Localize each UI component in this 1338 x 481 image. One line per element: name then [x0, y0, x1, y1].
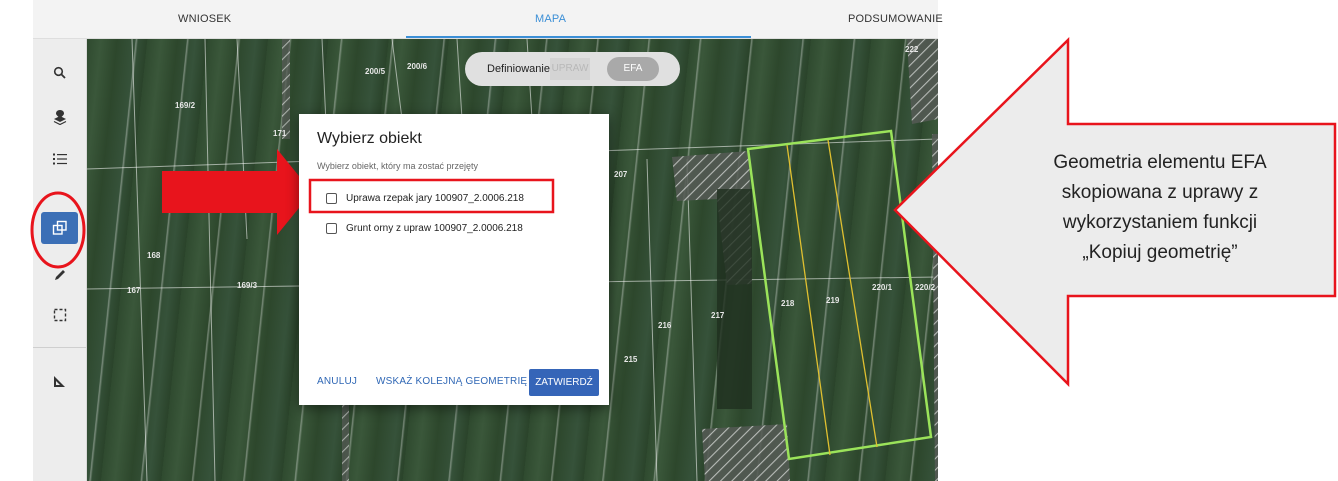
checkbox[interactable] — [326, 222, 337, 234]
parcel-label: 217 — [711, 311, 725, 320]
parcel-label: 200/6 — [407, 62, 428, 71]
active-tab-indicator — [406, 36, 751, 38]
parcel-label: 168 — [147, 251, 161, 260]
select-object-dialog: Wybierz obiekt Wybierz obiekt, który ma … — [299, 114, 609, 405]
select-rectangle-icon — [53, 308, 66, 322]
measure-button[interactable] — [41, 365, 78, 397]
callout-line: skopiowana z uprawy z — [1061, 182, 1259, 203]
search-button[interactable] — [41, 57, 78, 89]
layers-pin-icon — [53, 110, 66, 125]
next-geometry-button[interactable]: WSKAŻ KOLEJNĄ GEOMETRIĘ — [376, 376, 527, 387]
search-icon — [53, 66, 66, 79]
select-area-button[interactable] — [41, 299, 78, 331]
layers-button[interactable] — [41, 101, 78, 133]
parcel-label: 207 — [614, 170, 628, 179]
callout-line: „Kopiuj geometrię” — [1082, 242, 1238, 263]
checkbox[interactable] — [326, 192, 337, 204]
callout-line: Geometria elementu EFA — [1053, 152, 1267, 173]
parcel-label: 169/3 — [237, 281, 258, 290]
parcel-label: 222 — [905, 45, 919, 54]
parcel-label: 215 — [624, 355, 638, 364]
map-toolbar — [33, 39, 87, 481]
dialog-title: Wybierz obiekt — [317, 130, 422, 147]
draw-button[interactable] — [41, 259, 78, 291]
parcel-label: 169/2 — [175, 101, 196, 110]
mode-toggle: Definiowanie UPRAW EFA — [465, 52, 680, 86]
parcel-label: 200/5 — [365, 67, 386, 76]
copy-geometry-button[interactable] — [41, 212, 78, 244]
parcel-label: 220/2 — [915, 283, 936, 292]
list-icon — [52, 153, 67, 165]
option-grunt-orny[interactable]: Grunt orny z upraw 100907_2.0006.218 — [326, 220, 523, 236]
option-label: Grunt orny z upraw 100907_2.0006.218 — [346, 222, 523, 234]
cancel-button[interactable]: ANULUJ — [317, 376, 357, 387]
callout-text: Geometria elementu EFA skopiowana z upra… — [995, 148, 1325, 268]
toolbar-divider — [33, 347, 86, 348]
mode-upraw-option[interactable]: UPRAW — [550, 58, 590, 80]
callout-line: wykorzystaniem funkcji — [1062, 212, 1258, 233]
tab-podsumowanie[interactable]: PODSUMOWANIE — [848, 0, 943, 38]
option-label: Uprawa rzepak jary 100907_2.0006.218 — [346, 192, 524, 204]
parcel-label: 216 — [658, 321, 672, 330]
top-tab-bar: WNIOSEK MAPA PODSUMOWANIE — [33, 0, 943, 39]
option-uprawa-rzepak[interactable]: Uprawa rzepak jary 100907_2.0006.218 — [326, 190, 524, 206]
parcel-label: 171 — [273, 129, 287, 138]
list-button[interactable] — [41, 143, 78, 175]
confirm-button[interactable]: ZATWIERDŹ — [529, 369, 599, 396]
mode-toggle-label: Definiowanie — [487, 63, 550, 75]
copy-geometry-icon — [52, 220, 67, 235]
parcel-label: 218 — [781, 299, 795, 308]
parcel-label: 219 — [826, 296, 840, 305]
mode-efa-option[interactable]: EFA — [607, 57, 659, 81]
parcel-label: 167 — [127, 286, 141, 295]
tab-wniosek[interactable]: WNIOSEK — [178, 0, 231, 38]
pencil-icon — [54, 270, 65, 280]
parcel-label: 220/1 — [872, 283, 893, 292]
dialog-subtitle: Wybierz obiekt, który ma zostać przejęty — [317, 161, 478, 171]
measure-icon — [53, 376, 65, 387]
tab-mapa[interactable]: MAPA — [535, 0, 566, 38]
